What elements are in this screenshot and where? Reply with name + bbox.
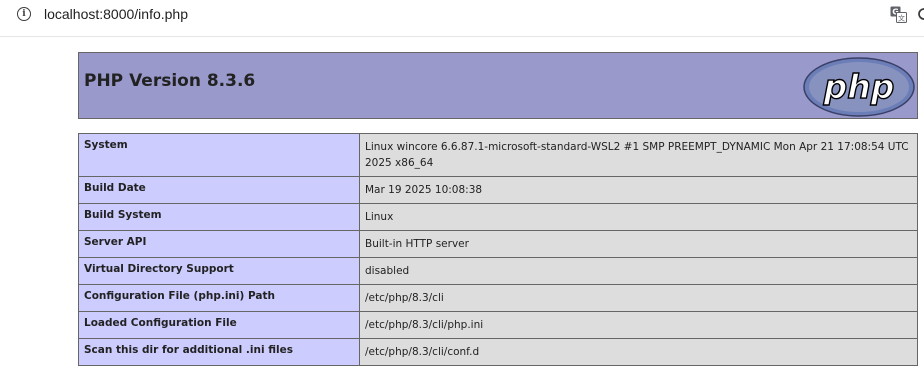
table-row: Loaded Configuration File /etc/php/8.3/c… [78,311,918,339]
php-version-header: PHP Version 8.3.6 php [78,52,918,119]
row-value: Built-in HTTP server [359,230,918,258]
php-logo-text: php [823,67,895,106]
table-row: Configuration File (php.ini) Path /etc/p… [78,284,918,312]
php-logo[interactable]: php [803,57,915,117]
row-label: Virtual Directory Support [78,257,360,285]
row-label: Loaded Configuration File [78,311,360,339]
info-icon[interactable]: i [17,7,31,21]
row-value: disabled [359,257,918,285]
row-label: System [78,133,360,177]
table-row: Build Date Mar 19 2025 10:08:38 [78,176,918,204]
row-value: Linux [359,203,918,231]
row-label: Build System [78,203,360,231]
row-label: Build Date [78,176,360,204]
address-bar[interactable]: i localhost:8000/info.php G 文 [0,0,924,37]
svg-text:文: 文 [898,14,905,23]
row-value: /etc/php/8.3/cli/conf.d [359,338,918,366]
row-label: Scan this dir for additional .ini files [78,338,360,366]
row-value: /etc/php/8.3/cli/php.ini [359,311,918,339]
page-title: PHP Version 8.3.6 [84,71,256,91]
table-row: Server API Built-in HTTP server [78,230,918,258]
table-row: Virtual Directory Support disabled [78,257,918,285]
table-row: System Linux wincore 6.6.87.1-microsoft-… [78,133,918,177]
extension-icon[interactable] [918,6,924,23]
table-row: Scan this dir for additional .ini files … [78,338,918,366]
table-row: Build System Linux [78,203,918,231]
row-value: Linux wincore 6.6.87.1-microsoft-standar… [359,133,918,177]
phpinfo-container: PHP Version 8.3.6 php [78,52,918,119]
row-label: Server API [78,230,360,258]
row-label: Configuration File (php.ini) Path [78,284,360,312]
row-value: /etc/php/8.3/cli [359,284,918,312]
row-value: Mar 19 2025 10:08:38 [359,176,918,204]
url-text[interactable]: localhost:8000/info.php [44,6,188,22]
translate-icon[interactable]: G 文 [890,6,907,23]
phpinfo-table: System Linux wincore 6.6.87.1-microsoft-… [78,133,918,366]
